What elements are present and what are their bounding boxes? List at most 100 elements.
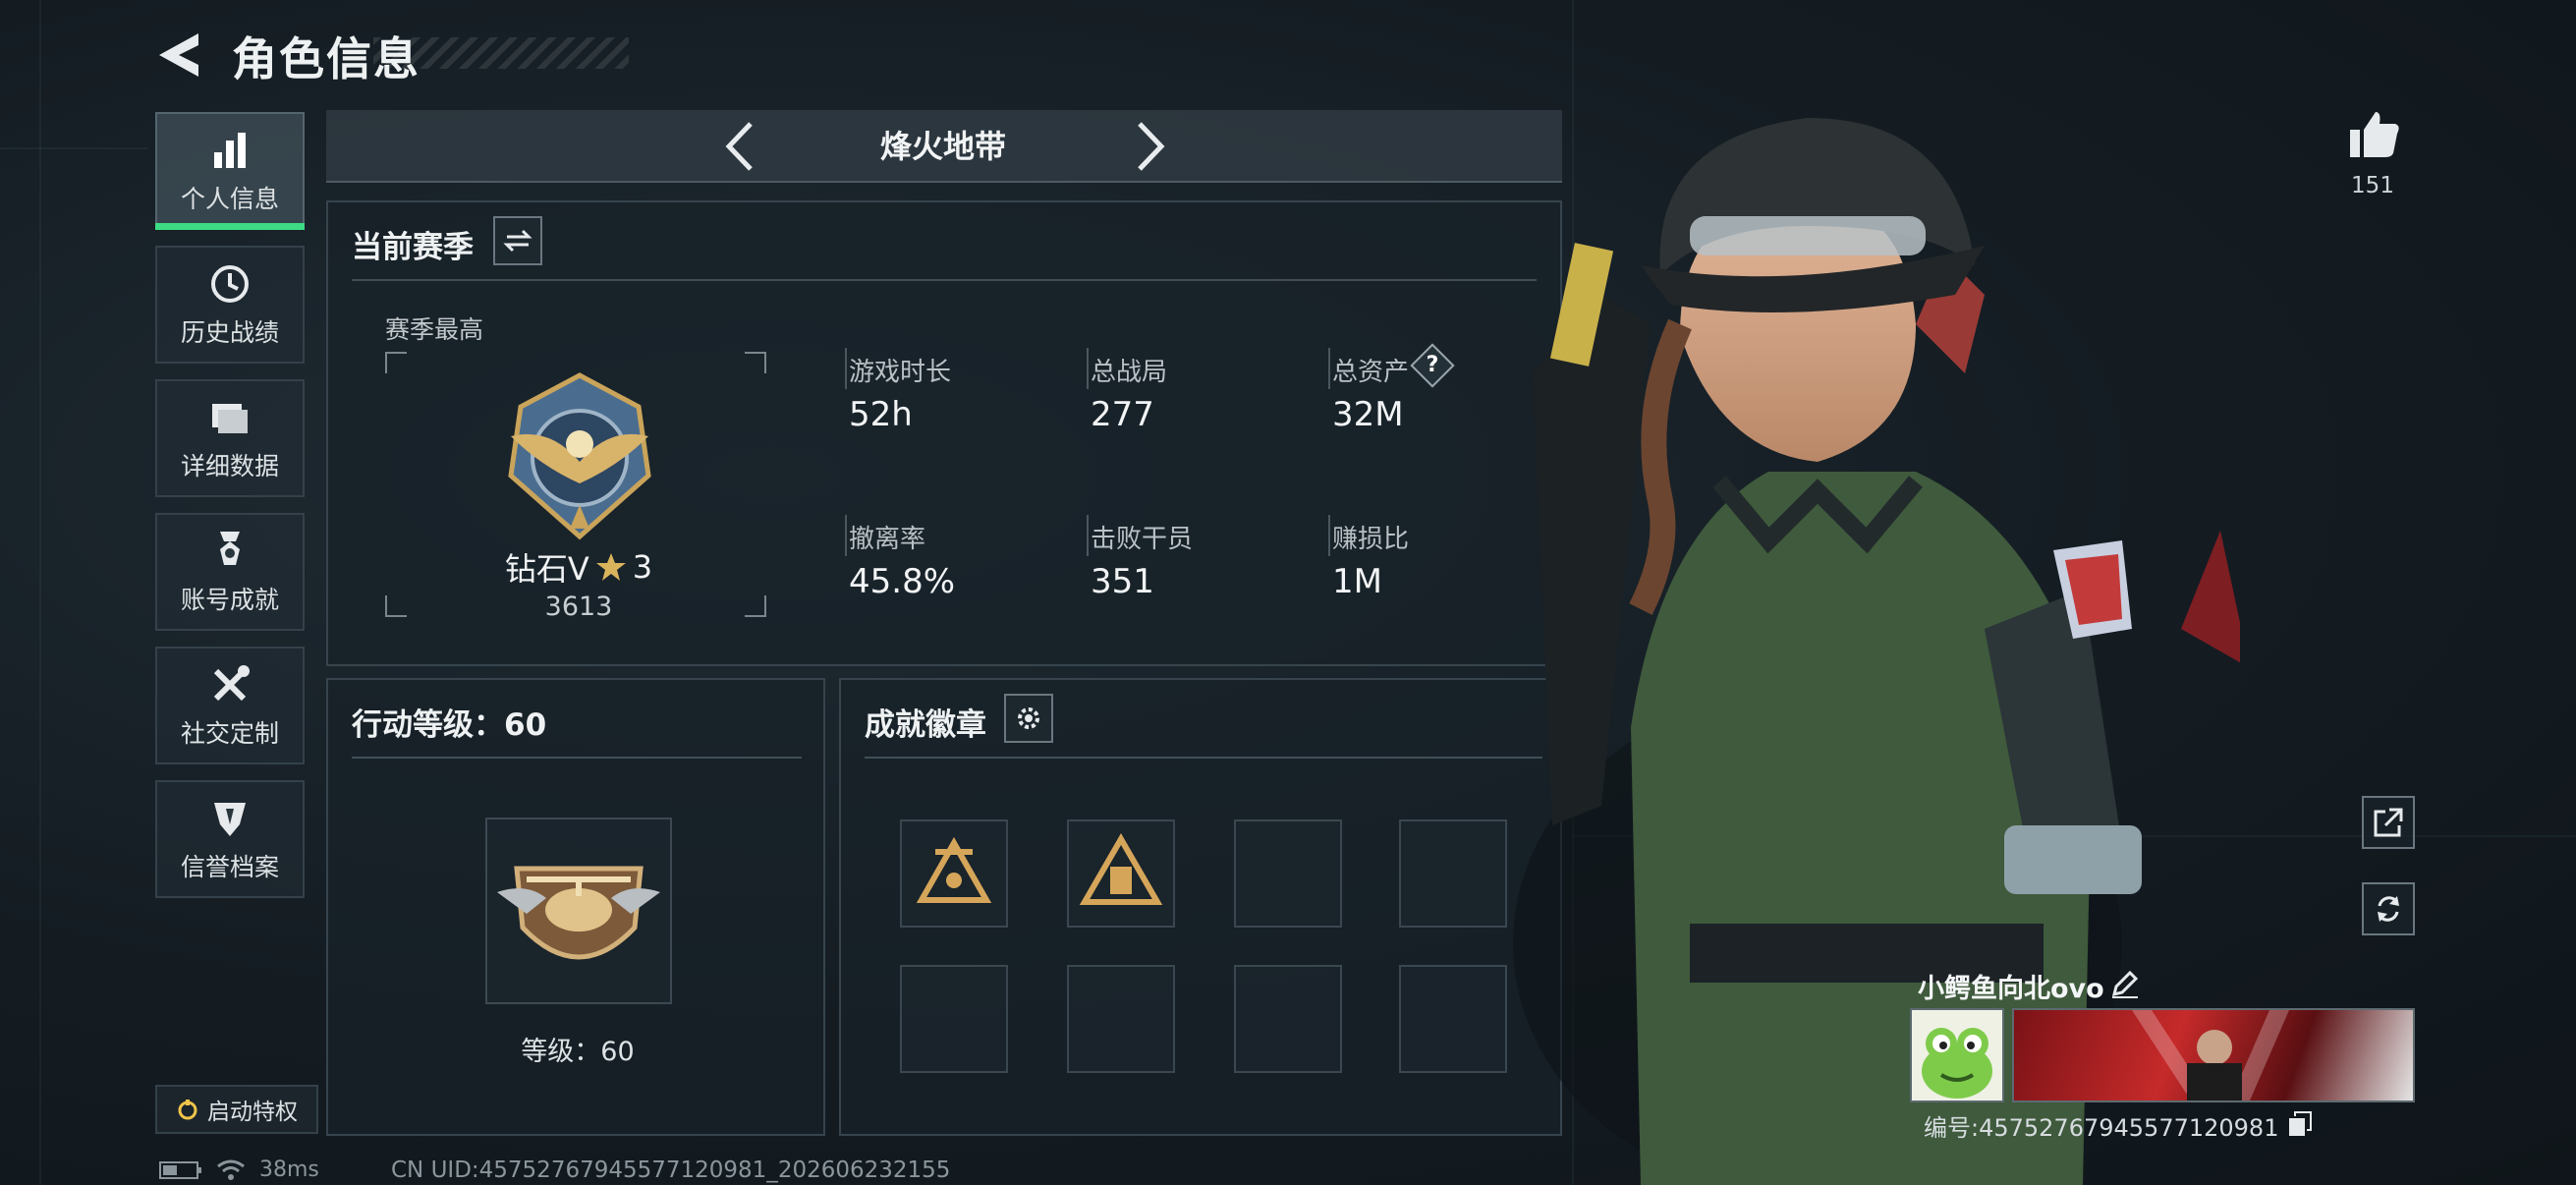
- stat-value: 351: [1091, 562, 1154, 601]
- section-divider: [352, 279, 1537, 281]
- help-icon: ?: [1426, 353, 1439, 377]
- profile-banner[interactable]: [2012, 1008, 2415, 1102]
- season-title: 当前赛季: [352, 230, 474, 265]
- stat-label: 击败干员: [1091, 525, 1194, 554]
- back-arrow-icon: [159, 33, 198, 77]
- copy-id-button[interactable]: [2287, 1110, 2313, 1138]
- player-id: 编号:45752767945577120981: [1924, 1114, 2279, 1142]
- diamond-rank-emblem-icon: [508, 372, 651, 540]
- rank-star-icon: [595, 553, 626, 581]
- section-divider: [865, 757, 1542, 759]
- wifi-icon: [217, 1159, 245, 1180]
- share-icon: [2374, 808, 2403, 837]
- reputation-shield-icon: [214, 803, 246, 836]
- achievement-badge-icon: [1079, 833, 1163, 905]
- edit-name-button[interactable]: [2108, 967, 2142, 1000]
- sidebar-item-social-custom[interactable]: 社交定制: [155, 647, 305, 764]
- season-switch-button[interactable]: [493, 216, 542, 265]
- sidebar-item-label: 账号成就: [180, 586, 279, 614]
- perk-icon: [178, 1100, 197, 1120]
- bg-grid-line: [39, 0, 41, 1185]
- thumbs-up-icon: [2350, 112, 2399, 157]
- share-button[interactable]: [2362, 796, 2415, 849]
- achievements-settings-button[interactable]: [1004, 694, 1053, 743]
- achievement-badge-icon: [916, 836, 992, 903]
- swap-icon: [503, 229, 532, 253]
- sidebar-item-personal-info[interactable]: 个人信息: [155, 112, 305, 230]
- banner-art: [2132, 1010, 2289, 1100]
- stat-value: 32M: [1332, 395, 1404, 434]
- achievement-slot[interactable]: [1067, 965, 1175, 1073]
- achievement-slot[interactable]: [900, 965, 1008, 1073]
- sidebar-item-label: 社交定制: [180, 719, 279, 748]
- stat-label: 赚损比: [1332, 525, 1410, 554]
- action-level-text: 等级：60: [521, 1037, 635, 1067]
- achievement-slot[interactable]: [1399, 819, 1507, 928]
- sidebar-item-history[interactable]: 历史战绩: [155, 246, 305, 364]
- achievement-slot[interactable]: [900, 819, 1008, 928]
- stat-label: 总资产: [1332, 358, 1410, 387]
- bar-chart-icon: [214, 133, 246, 168]
- achievement-slot[interactable]: [1399, 965, 1507, 1073]
- frame-corner: [745, 352, 766, 373]
- sidebar-item-label: 信誉档案: [180, 853, 279, 881]
- achievement-slot[interactable]: [1067, 819, 1175, 928]
- action-level-panel: 行动等级：60 等级：60: [326, 678, 825, 1136]
- uid-text: CN UID:45752767945577120981_202606232155: [391, 1157, 951, 1183]
- avatar[interactable]: [1910, 1008, 2004, 1102]
- action-level-title: 行动等级：60: [352, 707, 547, 743]
- mode-next-button[interactable]: [1128, 118, 1171, 175]
- sidebar-item-account-achievements[interactable]: 账号成就: [155, 513, 305, 631]
- sidebar-item-label: 历史战绩: [180, 318, 279, 347]
- rank-points: 3613: [544, 592, 613, 622]
- refresh-button[interactable]: [2362, 882, 2415, 935]
- frame-corner: [385, 352, 407, 373]
- achievements-title: 成就徽章: [865, 707, 986, 743]
- perk-label: 启动特权: [207, 1100, 298, 1125]
- season-best-label: 赛季最高: [385, 315, 484, 344]
- sidebar-item-detailed-data[interactable]: 详细数据: [155, 379, 305, 497]
- back-button[interactable]: [153, 29, 208, 81]
- section-divider: [352, 757, 802, 759]
- stat-label: 游戏时长: [849, 358, 952, 387]
- achievement-slot[interactable]: [1234, 965, 1342, 1073]
- stat-separator: [1087, 348, 1089, 389]
- mode-prev-button[interactable]: [719, 118, 762, 175]
- sidebar-item-reputation[interactable]: 信誉档案: [155, 780, 305, 898]
- stat-value: 1M: [1332, 562, 1382, 601]
- chevron-left-icon: [725, 122, 753, 171]
- wrench-tools-icon: [213, 665, 250, 702]
- stat-value: 277: [1091, 395, 1154, 434]
- season-panel: 当前赛季 赛季最高 钻石V 3 3613 游戏时长 52h 总战局 277 总资…: [326, 200, 1562, 666]
- sidebar-item-label: 个人信息: [180, 185, 279, 213]
- refresh-icon: [2378, 896, 2399, 922]
- achievement-slot[interactable]: [1234, 819, 1342, 928]
- stat-value: 52h: [849, 395, 913, 434]
- like-count: 151: [2351, 173, 2394, 198]
- stat-value: 45.8%: [849, 562, 956, 601]
- player-name: 小鳄鱼向北ovo: [1918, 974, 2104, 1004]
- like-button[interactable]: [2344, 104, 2403, 163]
- chevron-right-icon: [1138, 122, 1165, 171]
- stat-label: 总战局: [1091, 358, 1168, 387]
- battery-icon: [159, 1160, 201, 1179]
- achievements-panel: 成就徽章: [839, 678, 1562, 1136]
- pencil-icon: [2111, 970, 2139, 998]
- stat-label: 撤离率: [849, 525, 926, 554]
- rank-stars: 3: [632, 548, 653, 586]
- frog-avatar-icon: [1922, 1028, 1992, 1099]
- copy-icon: [2289, 1111, 2312, 1136]
- helicopter-badge-icon: [497, 866, 660, 960]
- gear-icon: [1018, 707, 1039, 729]
- ping-text: 38ms: [259, 1157, 319, 1182]
- perk-button[interactable]: 启动特权: [155, 1085, 318, 1134]
- status-bar: 38ms: [159, 1157, 319, 1182]
- stat-separator: [845, 515, 847, 556]
- stat-separator: [1328, 348, 1330, 389]
- rank-name: 钻石V: [504, 550, 589, 588]
- rank-line: 钻石V 3: [328, 544, 829, 590]
- bg-grid-line: [0, 147, 147, 149]
- mode-title: 烽火地带: [879, 128, 1006, 165]
- folder-data-icon: [212, 404, 248, 433]
- page-title: 角色信息: [232, 32, 420, 85]
